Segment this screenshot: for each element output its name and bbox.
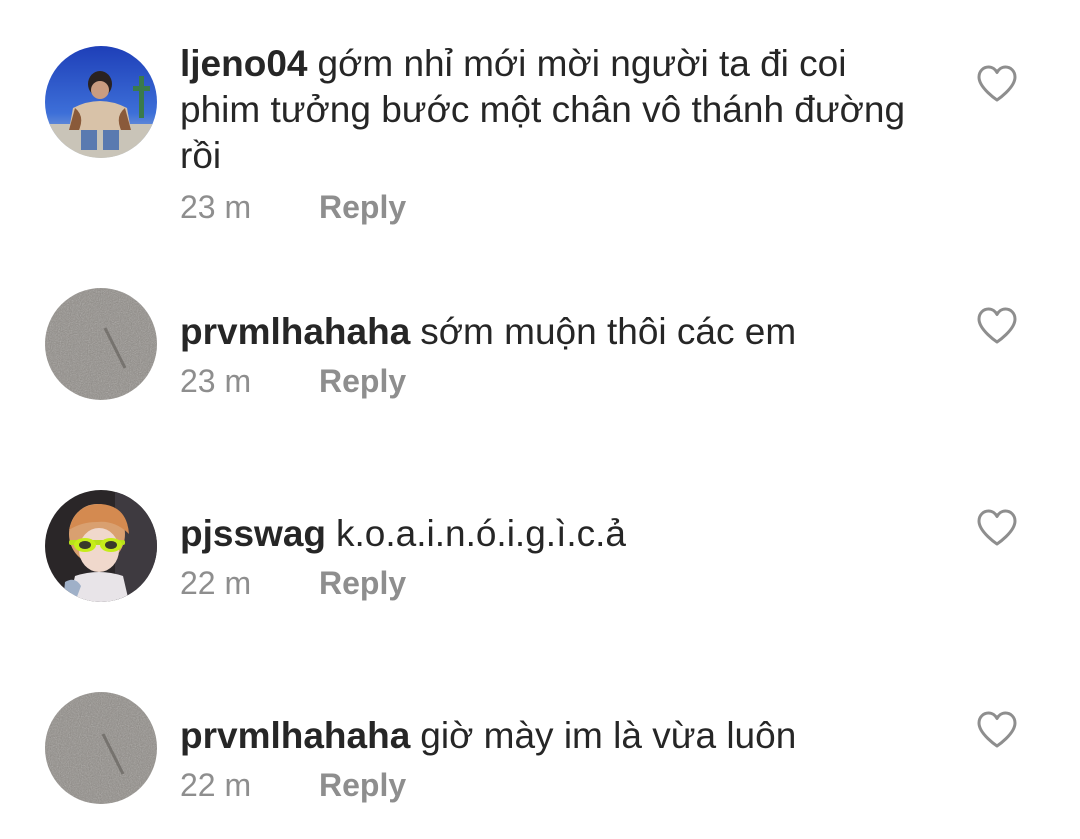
avatar-image bbox=[45, 692, 157, 804]
comment-text-block: prvmlhahaha sớm muộn thôi các em bbox=[180, 309, 920, 355]
comment-text: sớm muộn thôi các em bbox=[420, 311, 797, 352]
comment-meta: 23 m Reply bbox=[180, 361, 406, 401]
heart-outline-icon[interactable] bbox=[976, 306, 1018, 346]
username-link[interactable]: pjsswag bbox=[180, 513, 326, 554]
avatar[interactable] bbox=[45, 288, 157, 400]
username-link[interactable]: ljeno04 bbox=[180, 43, 308, 84]
comment-meta: 22 m Reply bbox=[180, 563, 406, 603]
avatar-image bbox=[45, 46, 157, 158]
avatar[interactable] bbox=[45, 692, 157, 804]
reply-button[interactable]: Reply bbox=[319, 767, 406, 803]
avatar-image bbox=[45, 288, 157, 400]
username-link[interactable]: prvmlhahaha bbox=[180, 311, 410, 352]
comment-text-block: prvmlhahaha giờ mày im là vừa luôn bbox=[180, 713, 920, 759]
comment-meta: 22 m Reply bbox=[180, 765, 406, 805]
heart-outline-icon[interactable] bbox=[976, 64, 1018, 104]
comment-text-block: pjsswag k.o.a.i.n.ó.i.g.ì.c.ả bbox=[180, 511, 920, 557]
comment-text: giờ mày im là vừa luôn bbox=[420, 715, 797, 756]
comment-time: 22 m bbox=[180, 767, 252, 803]
username-link[interactable]: prvmlhahaha bbox=[180, 715, 410, 756]
reply-button[interactable]: Reply bbox=[319, 565, 406, 601]
comment-meta: 23 m Reply bbox=[180, 187, 406, 227]
avatar[interactable] bbox=[45, 490, 157, 602]
comment-time: 22 m bbox=[180, 565, 252, 601]
comment-text: k.o.a.i.n.ó.i.g.ì.c.ả bbox=[336, 513, 626, 554]
avatar[interactable] bbox=[45, 46, 157, 158]
comment-time: 23 m bbox=[180, 363, 252, 399]
avatar-image bbox=[45, 490, 157, 602]
reply-button[interactable]: Reply bbox=[319, 189, 406, 225]
heart-outline-icon[interactable] bbox=[976, 508, 1018, 548]
reply-button[interactable]: Reply bbox=[319, 363, 406, 399]
comment-time: 23 m bbox=[180, 189, 252, 225]
comment-text-block: ljeno04 gớm nhỉ mới mời người ta đi coi p… bbox=[180, 41, 920, 179]
heart-outline-icon[interactable] bbox=[976, 710, 1018, 750]
